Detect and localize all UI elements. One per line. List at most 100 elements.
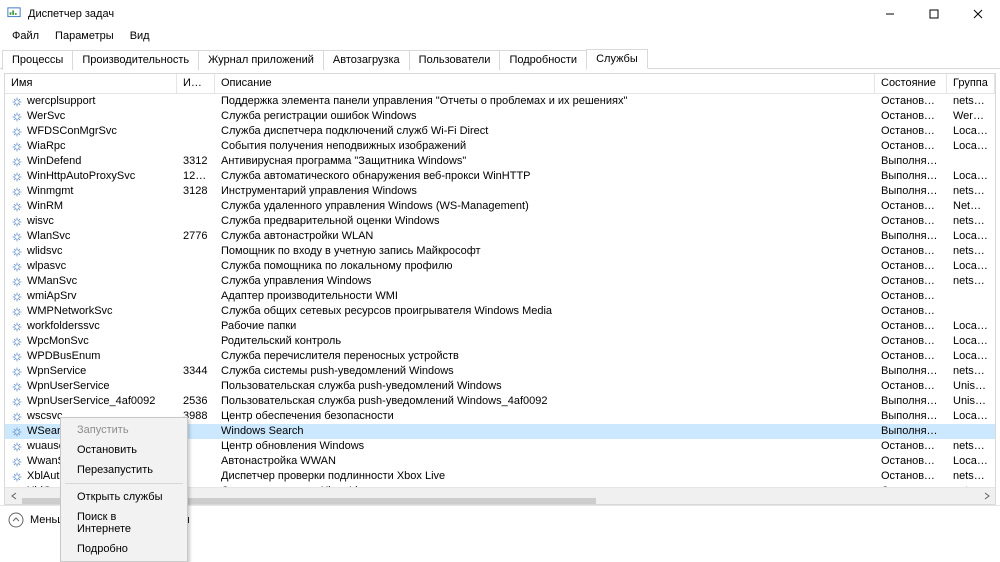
cell-pid	[177, 379, 215, 394]
ctx-stop[interactable]: Остановить	[63, 440, 185, 460]
cell-group: netsvcs	[947, 94, 995, 109]
cell-state: Выполняется	[875, 229, 947, 244]
menu-bar: Файл Параметры Вид	[0, 28, 1000, 46]
cell-name: WlanSvc	[5, 229, 177, 244]
service-row[interactable]: wlidsvcПомощник по входу в учетную запис…	[5, 244, 995, 259]
cell-desc: Служба управления Windows	[215, 274, 875, 289]
tab-users[interactable]: Пользователи	[409, 50, 501, 70]
cell-pid: 2536	[177, 394, 215, 409]
service-row[interactable]: WManSvcСлужба управления WindowsОстановл…	[5, 274, 995, 289]
tab-app-history[interactable]: Журнал приложений	[198, 50, 324, 70]
ctx-details[interactable]: Подробно	[63, 539, 185, 559]
cell-desc: Диспетчер проверки подлинности Xbox Live	[215, 469, 875, 484]
cell-desc: Служба регистрации ошибок Windows	[215, 109, 875, 124]
minimize-button[interactable]	[868, 0, 912, 28]
cell-group: netsvcs	[947, 364, 995, 379]
ctx-search-online[interactable]: Поиск в Интернете	[63, 507, 185, 539]
column-headers: Имя ИД п... Описание Состояние Группа	[5, 74, 995, 94]
cell-state: Остановлено	[875, 319, 947, 334]
menu-file[interactable]: Файл	[4, 28, 47, 46]
tab-startup[interactable]: Автозагрузка	[323, 50, 410, 70]
cell-pid: 3128	[177, 184, 215, 199]
cell-state: Остановлено	[875, 94, 947, 109]
cell-state: Остановлено	[875, 349, 947, 364]
cell-pid	[177, 214, 215, 229]
cell-state: Остановлено	[875, 214, 947, 229]
service-row[interactable]: WinDefend3312Антивирусная программа "Защ…	[5, 154, 995, 169]
col-name[interactable]: Имя	[5, 74, 177, 93]
cell-state: Выполняется	[875, 184, 947, 199]
service-row[interactable]: Winmgmt3128Инструментарий управления Win…	[5, 184, 995, 199]
tab-performance[interactable]: Производительность	[72, 50, 199, 70]
cell-group: LocalSer	[947, 124, 995, 139]
cell-desc: Пользовательская служба push-уведомлений…	[215, 379, 875, 394]
col-state[interactable]: Состояние	[875, 74, 947, 93]
maximize-button[interactable]	[912, 0, 956, 28]
cell-name: wlidsvc	[5, 244, 177, 259]
service-row[interactable]: wlpasvcСлужба помощника по локальному пр…	[5, 259, 995, 274]
service-row[interactable]: WpcMonSvcРодительский контрольОстановлен…	[5, 334, 995, 349]
service-row[interactable]: WFDSConMgrSvcСлужба диспетчера подключен…	[5, 124, 995, 139]
col-description[interactable]: Описание	[215, 74, 875, 93]
service-row[interactable]: WlanSvc2776Служба автонастройки WLANВыпо…	[5, 229, 995, 244]
service-row[interactable]: wmiApSrvАдаптер производительности WMIОс…	[5, 289, 995, 304]
cell-pid: 3344	[177, 364, 215, 379]
service-row[interactable]: WinRMСлужба удаленного управления Window…	[5, 199, 995, 214]
service-row[interactable]: WpnUserService Пользовательская служба pu…	[5, 379, 995, 394]
ctx-open-services[interactable]: Открыть службы	[63, 487, 185, 507]
cell-name: WpcMonSvc	[5, 334, 177, 349]
cell-state: Остановлено	[875, 289, 947, 304]
cell-state: Остановлено	[875, 469, 947, 484]
menu-view[interactable]: Вид	[122, 28, 158, 46]
tab-processes[interactable]: Процессы	[2, 50, 73, 70]
menu-options[interactable]: Параметры	[47, 28, 122, 46]
service-row[interactable]: wisvcСлужба предварительной оценки Windo…	[5, 214, 995, 229]
cell-name: WpnUserService	[5, 379, 177, 394]
cell-group: Network	[947, 199, 995, 214]
cell-pid	[177, 199, 215, 214]
cell-group: netsvcs	[947, 439, 995, 454]
chevron-up-circle-icon	[8, 512, 24, 528]
col-pid[interactable]: ИД п...	[177, 74, 215, 93]
cell-desc: Служба автоматического обнаружения веб-п…	[215, 169, 875, 184]
col-group[interactable]: Группа	[947, 74, 995, 93]
tab-services[interactable]: Службы	[586, 49, 648, 69]
cell-group: LocalSer	[947, 259, 995, 274]
scroll-left-icon[interactable]	[5, 488, 22, 505]
service-row[interactable]: WpnUserService_4af00922536Пользовательск…	[5, 394, 995, 409]
cell-desc: Пользовательская служба push-уведомлений…	[215, 394, 875, 409]
cell-name: WpnService	[5, 364, 177, 379]
service-row[interactable]: workfolderssvcРабочие папкиОстановленоLo…	[5, 319, 995, 334]
cell-desc: Рабочие папки	[215, 319, 875, 334]
cell-desc: Центр обеспечения безопасности	[215, 409, 875, 424]
service-row[interactable]: WinHttpAutoProxySvc12432Служба автоматич…	[5, 169, 995, 184]
service-row[interactable]: WpnService3344Служба системы push-уведом…	[5, 364, 995, 379]
service-row[interactable]: WPDBusEnumСлужба перечислителя переносны…	[5, 349, 995, 364]
service-row[interactable]: WerSvc Служба регистрации ошибок WindowsО…	[5, 109, 995, 124]
service-row[interactable]: WMPNetworkSvcСлужба общих сетевых ресурс…	[5, 304, 995, 319]
service-row[interactable]: wercplsupportПоддержка элемента панели у…	[5, 94, 995, 109]
cell-state: Выполняется	[875, 364, 947, 379]
cell-desc: Служба удаленного управления Windows (WS…	[215, 199, 875, 214]
cell-name: wisvc	[5, 214, 177, 229]
tab-details[interactable]: Подробности	[499, 50, 587, 70]
cell-pid	[177, 109, 215, 124]
service-row[interactable]: WiaRpcСобытия получения неподвижных изоб…	[5, 139, 995, 154]
ctx-restart[interactable]: Перезапустить	[63, 460, 185, 480]
cell-group: netsvcs	[947, 244, 995, 259]
scroll-right-icon[interactable]	[978, 488, 995, 505]
cell-state: Остановлено	[875, 109, 947, 124]
cell-group	[947, 154, 995, 169]
cell-group: LocalSer	[947, 409, 995, 424]
cell-state: Остановлено	[875, 124, 947, 139]
cell-pid: 3312	[177, 154, 215, 169]
tab-strip: Процессы Производительность Журнал прило…	[0, 48, 1000, 69]
close-button[interactable]	[956, 0, 1000, 28]
cell-state: Остановлено	[875, 199, 947, 214]
cell-group: netsvcs	[947, 469, 995, 484]
cell-pid: 12432	[177, 169, 215, 184]
cell-state: Остановлено	[875, 379, 947, 394]
cell-group: WerSvcG	[947, 109, 995, 124]
cell-state: Выполняется	[875, 409, 947, 424]
cell-name: WerSvc	[5, 109, 177, 124]
